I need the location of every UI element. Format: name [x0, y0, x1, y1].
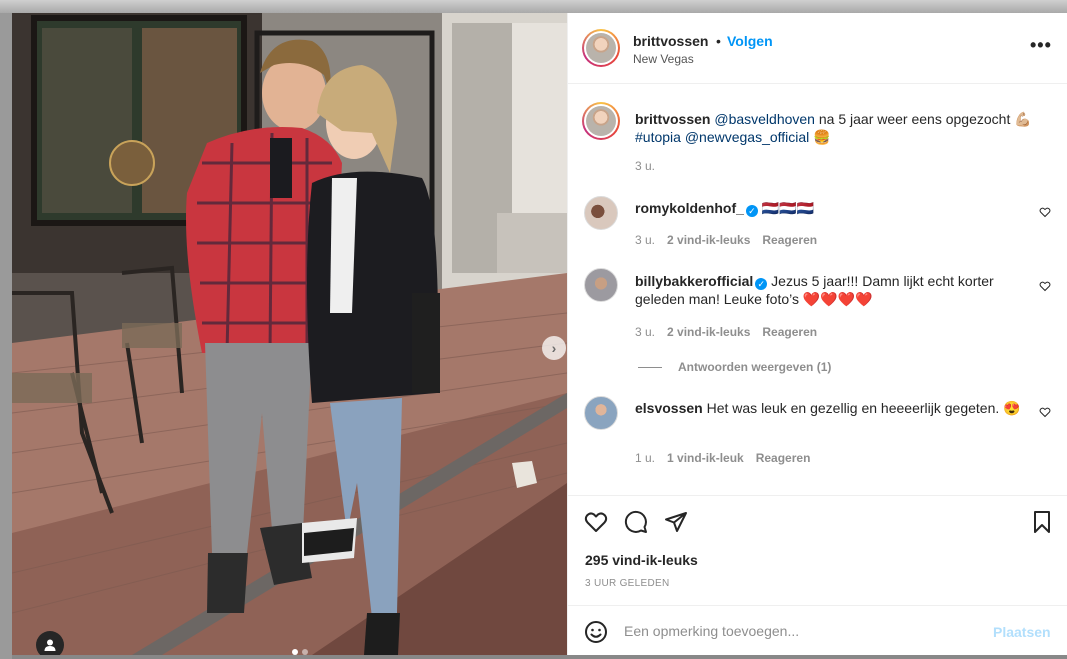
- carousel-indicators: [292, 649, 308, 655]
- photo-illustration: [12, 13, 567, 655]
- comment-icon[interactable]: [624, 510, 648, 534]
- backdrop-left: [0, 13, 12, 659]
- comment-reply-button[interactable]: Reageren: [756, 451, 811, 465]
- caption-meta: 3 u.: [635, 159, 655, 173]
- backdrop-top: [0, 0, 1067, 13]
- comment-time[interactable]: 3 u.: [635, 325, 655, 339]
- header-separator: •: [716, 33, 721, 49]
- comment-body: 🇳🇱🇳🇱🇳🇱: [761, 200, 815, 216]
- caption-hashtag[interactable]: #utopia: [635, 129, 681, 145]
- comment-likes[interactable]: 1 vind-ik-leuk: [667, 451, 744, 465]
- comment-username[interactable]: romykoldenhof_: [635, 200, 744, 216]
- chevron-right-icon: ›: [551, 340, 557, 356]
- comment-input[interactable]: [624, 616, 984, 646]
- author-username[interactable]: brittvossen: [633, 33, 708, 49]
- comment-username[interactable]: elsvossen: [635, 400, 703, 416]
- comment-avatar[interactable]: [584, 268, 618, 302]
- view-replies-label: Antwoorden weergeven (1): [678, 360, 832, 374]
- post-actions: 295 vind-ik-leuks 3 UUR GELEDEN: [568, 495, 1067, 605]
- comment-username[interactable]: billybakkerofficial: [635, 273, 753, 289]
- verified-icon: ✓: [745, 205, 758, 217]
- comment-like-heart-icon[interactable]: [1039, 206, 1051, 218]
- post-location[interactable]: New Vegas: [633, 52, 694, 66]
- post-header: brittvossen • Volgen New Vegas •••: [568, 13, 1067, 84]
- comment-text: romykoldenhof_ ✓ 🇳🇱🇳🇱🇳🇱: [635, 199, 1035, 217]
- post-side-panel: brittvossen • Volgen New Vegas ••• britt…: [567, 13, 1067, 655]
- carousel-next-button[interactable]: ›: [542, 336, 566, 360]
- caption-body: 🍔: [809, 129, 831, 145]
- comment-text: elsvossen Het was leuk en gezellig en he…: [635, 399, 1035, 417]
- bookmark-icon[interactable]: [1030, 510, 1054, 534]
- caption-mention[interactable]: @newvegas_official: [685, 129, 809, 145]
- comment-text: billybakkerofficial ✓ Jezus 5 jaar!!! Dam…: [635, 272, 1035, 308]
- tagged-users-button[interactable]: [36, 631, 64, 655]
- carousel-dot: [302, 649, 308, 655]
- follow-button[interactable]: Volgen: [727, 33, 773, 49]
- caption-avatar[interactable]: [582, 102, 620, 140]
- carousel-dot-active: [292, 649, 298, 655]
- verified-icon: ✓: [755, 278, 768, 290]
- comment-meta: 3 u. 2 vind-ik-leuks Reageren: [635, 233, 817, 247]
- comment-time[interactable]: 3 u.: [635, 233, 655, 247]
- user-tag-icon: [44, 639, 56, 651]
- caption-text: brittvossen @basveldhoven na 5 jaar weer…: [635, 110, 1035, 146]
- comment-likes[interactable]: 2 vind-ik-leuks: [667, 325, 750, 339]
- comment-like-heart-icon[interactable]: [1039, 280, 1051, 292]
- post-comment-button[interactable]: Plaatsen: [993, 624, 1051, 640]
- comment-time[interactable]: 1 u.: [635, 451, 655, 465]
- backdrop-bottom: [12, 655, 1067, 659]
- author-avatar[interactable]: [582, 29, 620, 67]
- emoji-icon[interactable]: [584, 620, 608, 644]
- replies-divider-line: [638, 366, 662, 368]
- more-options-icon[interactable]: •••: [1030, 36, 1052, 54]
- share-icon[interactable]: [664, 510, 688, 534]
- comment-meta: 3 u. 2 vind-ik-leuks Reageren: [635, 325, 817, 339]
- comment-meta: 1 u. 1 vind-ik-leuk Reageren: [635, 451, 810, 465]
- post-timestamp[interactable]: 3 UUR GELEDEN: [585, 578, 669, 589]
- like-count[interactable]: 295 vind-ik-leuks: [585, 552, 698, 568]
- comment-reply-button[interactable]: Reageren: [762, 233, 817, 247]
- avatar-image: [586, 106, 616, 136]
- avatar-image: [586, 33, 616, 63]
- post-photo[interactable]: ›: [12, 13, 567, 655]
- comment-avatar[interactable]: [584, 196, 618, 230]
- avatar-inner: [584, 31, 618, 65]
- comment-avatar[interactable]: [584, 396, 618, 430]
- caption-time[interactable]: 3 u.: [635, 159, 655, 173]
- heart-icon[interactable]: [584, 510, 608, 534]
- caption-body: na 5 jaar weer eens opgezocht 💪🏼: [814, 111, 1032, 127]
- caption-mention[interactable]: @basveldhoven: [714, 111, 815, 127]
- comment-body: Het was leuk en gezellig en heeeerlijk g…: [706, 400, 1021, 416]
- avatar-inner: [584, 104, 618, 138]
- view-replies-button[interactable]: Antwoorden weergeven (1): [638, 360, 831, 374]
- comment-likes[interactable]: 2 vind-ik-leuks: [667, 233, 750, 247]
- caption-username[interactable]: brittvossen: [635, 111, 710, 127]
- comments-list: brittvossen @basveldhoven na 5 jaar weer…: [568, 85, 1067, 495]
- comment-like-heart-icon[interactable]: [1039, 406, 1051, 418]
- add-comment-bar: Plaatsen: [568, 605, 1067, 655]
- comment-reply-button[interactable]: Reageren: [762, 325, 817, 339]
